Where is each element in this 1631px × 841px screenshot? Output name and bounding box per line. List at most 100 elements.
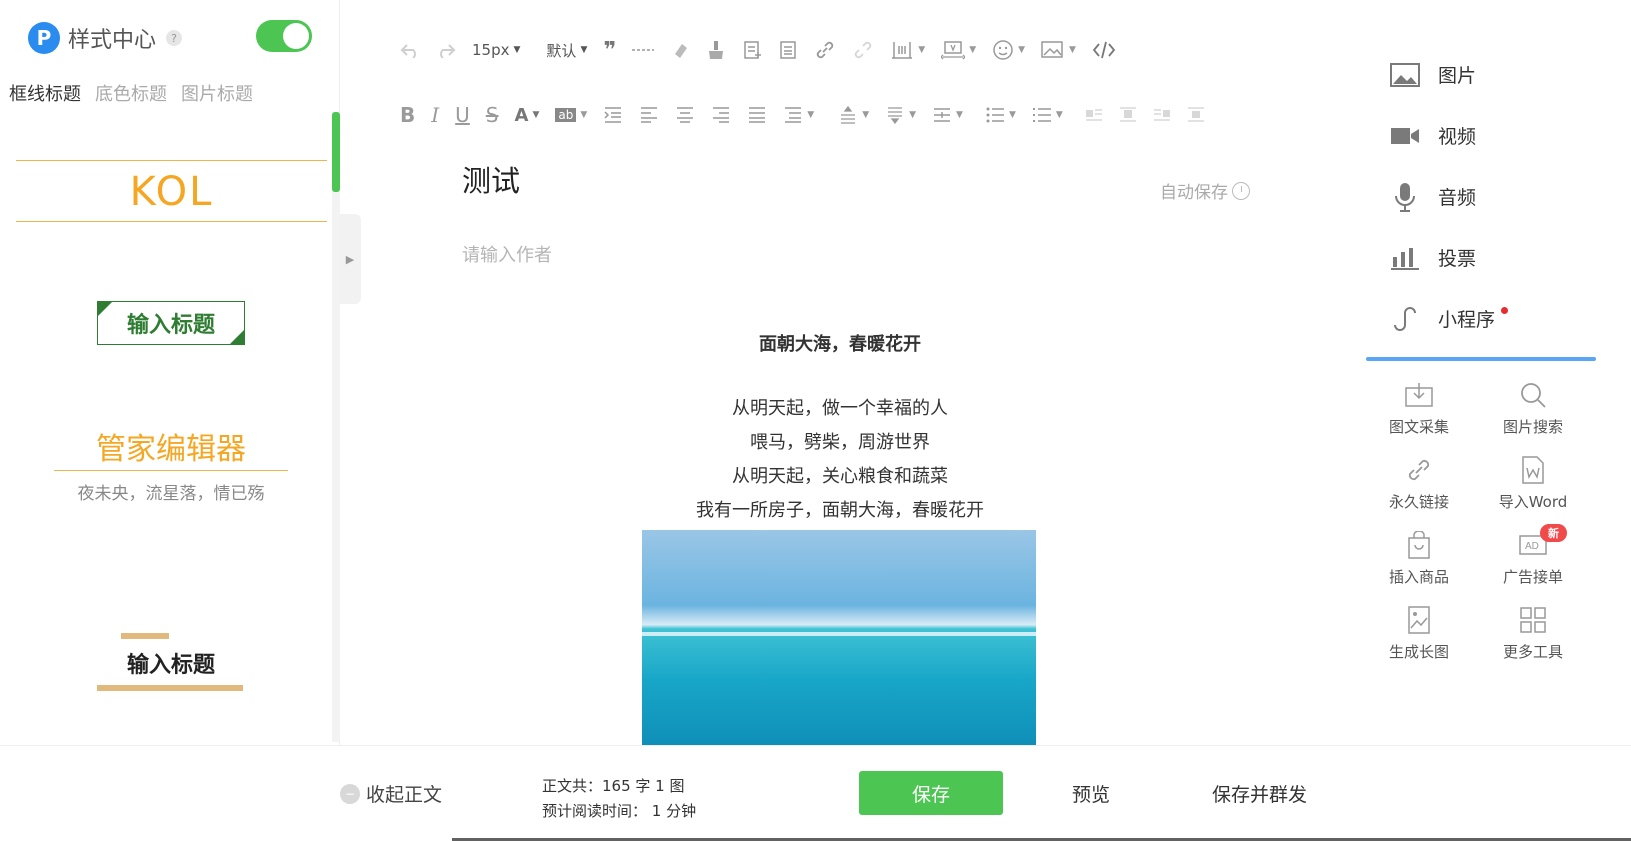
template-bar-title[interactable]: 输入标题 [97,633,245,691]
preview-button[interactable]: 预览 [1072,780,1110,807]
style-center-toggle[interactable] [256,20,312,52]
template-boxed-title[interactable]: 输入标题 [97,301,245,345]
template-gjb-subtitle: 夜未央，流星落，情已殇 [77,484,265,504]
article-line: 我有一所房子，面朝大海，春暖花开 [696,500,984,521]
line-height-icon[interactable]: ▼ [783,106,814,124]
tool-permanent-link[interactable]: 永久链接 [1362,455,1476,512]
tool-label: 广告接单 [1502,568,1563,586]
float-left-icon[interactable] [1085,107,1103,123]
letter-spacing-icon[interactable]: ▼ [890,40,925,60]
text-indent-icon[interactable]: ▼ [941,40,976,60]
article-sea-image[interactable] [642,530,1036,745]
help-icon[interactable]: ? [166,30,183,46]
tool-import-word[interactable]: 导入Word [1476,455,1590,512]
chevron-down-icon: ▼ [1018,45,1026,55]
emoji-icon[interactable]: ▼ [992,39,1025,61]
bold-icon[interactable]: B [400,103,415,127]
style-scroll-track[interactable] [332,112,340,742]
template-kol[interactable]: KOL [16,160,327,222]
shopping-bag-icon [1404,530,1434,560]
float-center-icon[interactable] [1187,107,1205,123]
chevron-down-icon: ▼ [1069,45,1076,55]
autosave-indicator: 自动保存 [1160,178,1250,203]
new-badge: 新 [1540,524,1567,542]
tool-insert-product[interactable]: 插入商品 [1362,530,1476,587]
article-lines: 从明天起，做一个幸福的人 喂马，劈柴，周游世界 从明天起，关心粮食和蔬菜 我有一… [590,392,1090,528]
media-item-audio[interactable]: 音频 [1390,166,1508,227]
chevron-down-icon: ▼ [532,110,540,120]
tool-label: 图文采集 [1388,418,1449,436]
media-item-video[interactable]: 视频 [1390,105,1508,166]
save-and-mass-send-button[interactable]: 保存并群发 [1212,780,1307,807]
clock-icon [1232,181,1250,200]
collapse-body-button[interactable]: − 收起正文 [340,780,442,807]
article-body[interactable]: 面朝大海，春暖花开 从明天起，做一个幸福的人 喂马，劈柴，周游世界 从明天起，关… [590,330,1090,528]
quote-icon[interactable]: ❞ [603,38,616,63]
media-item-label: 音频 [1438,187,1477,209]
font-size-select[interactable]: 15px ▼ [472,41,520,59]
strikethrough-icon[interactable]: S [486,103,499,127]
paragraph-spacing-after-icon[interactable]: ▼ [885,106,916,124]
chevron-down-icon: ▼ [862,110,870,120]
article-line: 从明天起，关心粮食和蔬菜 [732,466,948,487]
align-right-icon[interactable] [711,106,731,124]
tool-article-collect[interactable]: 图文采集 [1362,380,1476,437]
float-right-icon[interactable] [1153,107,1171,123]
template-doc-icon[interactable] [778,40,798,60]
save-button[interactable]: 保存 [859,771,1003,815]
undo-icon[interactable] [400,42,420,58]
underline-icon[interactable]: U [455,103,470,127]
image-insert-icon[interactable]: ▼ [1041,40,1076,60]
template-boxed-title-text: 输入标题 [126,313,215,338]
float-none-icon[interactable] [1119,107,1137,123]
tool-label: 更多工具 [1502,643,1563,661]
paragraph-indent-icon[interactable]: ▼ [932,106,963,124]
media-item-vote[interactable]: 投票 [1390,227,1508,288]
highlight-color-icon[interactable]: ab ▼ [555,108,587,122]
author-input[interactable] [462,240,1062,270]
style-scroll-thumb[interactable] [332,112,340,192]
media-item-mini-program[interactable]: 小程序 [1390,288,1509,349]
media-item-label: 视频 [1438,126,1477,148]
tab-image-title[interactable]: 图片标题 [181,80,253,106]
template-gjb[interactable]: 管家编辑器 夜未央，流星落，情已殇 [54,424,288,504]
font-color-icon[interactable]: A ▼ [515,105,540,126]
unordered-list-icon[interactable]: ▼ [1032,106,1063,124]
tool-more-tools[interactable]: 更多工具 [1476,605,1590,662]
toolbar-row-2: B I U S A ▼ ab ▼ ▼ ▼ ▼ ▼ ▼ ▼ [400,97,1221,133]
link-icon[interactable] [814,39,836,61]
tab-frame-title[interactable]: 框线标题 [9,80,81,106]
chevron-down-icon: ▼ [918,45,926,55]
tab-background-title[interactable]: 底色标题 [95,80,167,106]
unlink-icon[interactable] [852,39,874,61]
tool-ad-orders[interactable]: AD 新 广告接单 [1476,524,1590,587]
italic-icon[interactable]: I [431,103,439,127]
align-left-icon[interactable] [639,106,659,124]
chevron-down-icon: ▼ [580,110,588,120]
format-brush-icon[interactable] [706,40,726,60]
horizontal-rule-icon[interactable] [632,48,655,52]
tool-label: 生成长图 [1388,643,1449,661]
redo-icon[interactable] [436,42,456,58]
indent-icon[interactable] [603,106,623,124]
template-bar-title-text: 输入标题 [126,653,215,678]
vote-bars-icon [1390,243,1420,273]
media-item-image[interactable]: 图片 [1390,44,1508,105]
media-item-label: 投票 [1438,248,1477,270]
ordered-list-icon[interactable]: ▼ [985,106,1016,124]
source-code-icon[interactable] [1092,40,1116,60]
font-family-select[interactable]: 默认 ▼ [546,40,587,61]
panel-collapse-handle[interactable]: ▶ [339,214,361,304]
align-center-icon[interactable] [675,106,695,124]
article-title[interactable]: 测试 [462,158,520,200]
tool-long-image[interactable]: 生成长图 [1362,605,1476,662]
align-justify-icon[interactable] [747,106,767,124]
insert-doc-icon[interactable] [742,40,762,60]
paragraph-spacing-before-icon[interactable]: ▼ [838,106,869,124]
template-bar-bottom-accent [97,685,243,691]
tool-image-search[interactable]: 图片搜索 [1476,380,1590,437]
template-bar-top-accent [121,633,169,639]
media-list: 图片 视频 音频 投票 小程序 [1390,44,1509,349]
eraser-icon[interactable] [670,40,690,60]
font-size-value: 15px [472,41,510,59]
